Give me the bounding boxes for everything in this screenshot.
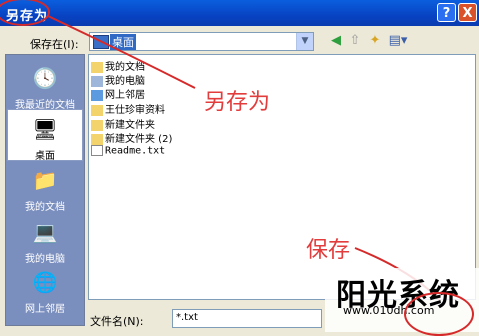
filename-input[interactable]: *.txt	[172, 309, 322, 328]
annotation-save-as: 另存为	[204, 90, 271, 115]
filename-label: 文件名(N):	[90, 315, 144, 328]
annotation-save: 保存	[306, 238, 351, 263]
arrow-line	[47, 15, 196, 89]
annotation-circle-save	[404, 292, 474, 336]
